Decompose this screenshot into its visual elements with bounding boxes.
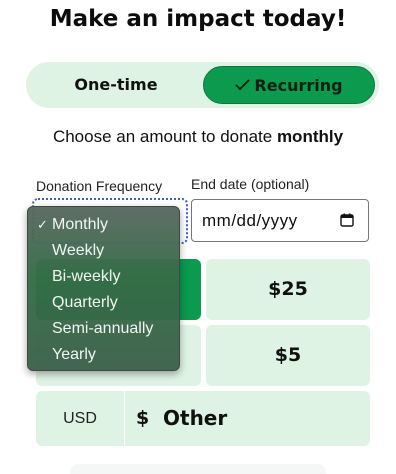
frequency-dropdown-menu: ✓ Monthly Weekly Bi-weekly Quarterly Sem… xyxy=(27,206,180,371)
frequency-option-yearly[interactable]: Yearly xyxy=(28,342,179,368)
option-label: Bi-weekly xyxy=(52,268,121,285)
frequency-option-bi-weekly[interactable]: Bi-weekly xyxy=(28,264,179,290)
currency-divider xyxy=(124,391,125,446)
option-label: Monthly xyxy=(52,216,109,233)
subtitle-prefix: Choose an amount to donate xyxy=(52,127,277,146)
other-amount-field[interactable]: USD $ Other xyxy=(36,391,370,446)
currency-label: USD xyxy=(63,410,97,427)
other-amount-label: Other xyxy=(163,406,228,430)
frequency-emphasis: monthly xyxy=(276,127,344,146)
check-icon xyxy=(235,67,251,105)
frequency-option-semi-annually[interactable]: Semi-annually xyxy=(28,316,179,342)
frequency-option-weekly[interactable]: Weekly xyxy=(28,238,179,264)
recurring-label: Recurring xyxy=(254,76,343,95)
option-label: Weekly xyxy=(52,242,105,259)
frequency-label: Donation Frequency xyxy=(36,178,163,194)
page-title: Make an impact today! xyxy=(49,6,347,32)
option-label: Quarterly xyxy=(52,294,118,311)
amount-25-button[interactable]: $25 xyxy=(206,259,370,320)
amount-5-button[interactable]: $5 xyxy=(206,325,370,386)
one-time-label: One-time xyxy=(74,75,158,94)
recurring-button[interactable]: Recurring xyxy=(203,66,375,104)
calendar-icon[interactable] xyxy=(340,213,354,227)
end-date-input[interactable]: mm/dd/yyyy xyxy=(191,199,369,242)
option-label: Semi-annually xyxy=(52,320,154,337)
frequency-option-quarterly[interactable]: Quarterly xyxy=(28,290,179,316)
end-date-placeholder: mm/dd/yyyy xyxy=(202,211,298,230)
end-date-label: End date (optional) xyxy=(191,176,310,192)
one-time-button[interactable]: One-time xyxy=(32,66,200,104)
dollar-sign: $ xyxy=(136,407,150,429)
frequency-option-monthly[interactable]: ✓ Monthly xyxy=(28,212,179,238)
check-icon: ✓ xyxy=(37,217,48,232)
next-section-edge xyxy=(70,464,326,474)
frequency-toggle: One-time Recurring xyxy=(26,62,379,108)
option-label: Yearly xyxy=(52,346,96,363)
donation-instructions: Choose an amount to donate monthly xyxy=(0,127,396,147)
